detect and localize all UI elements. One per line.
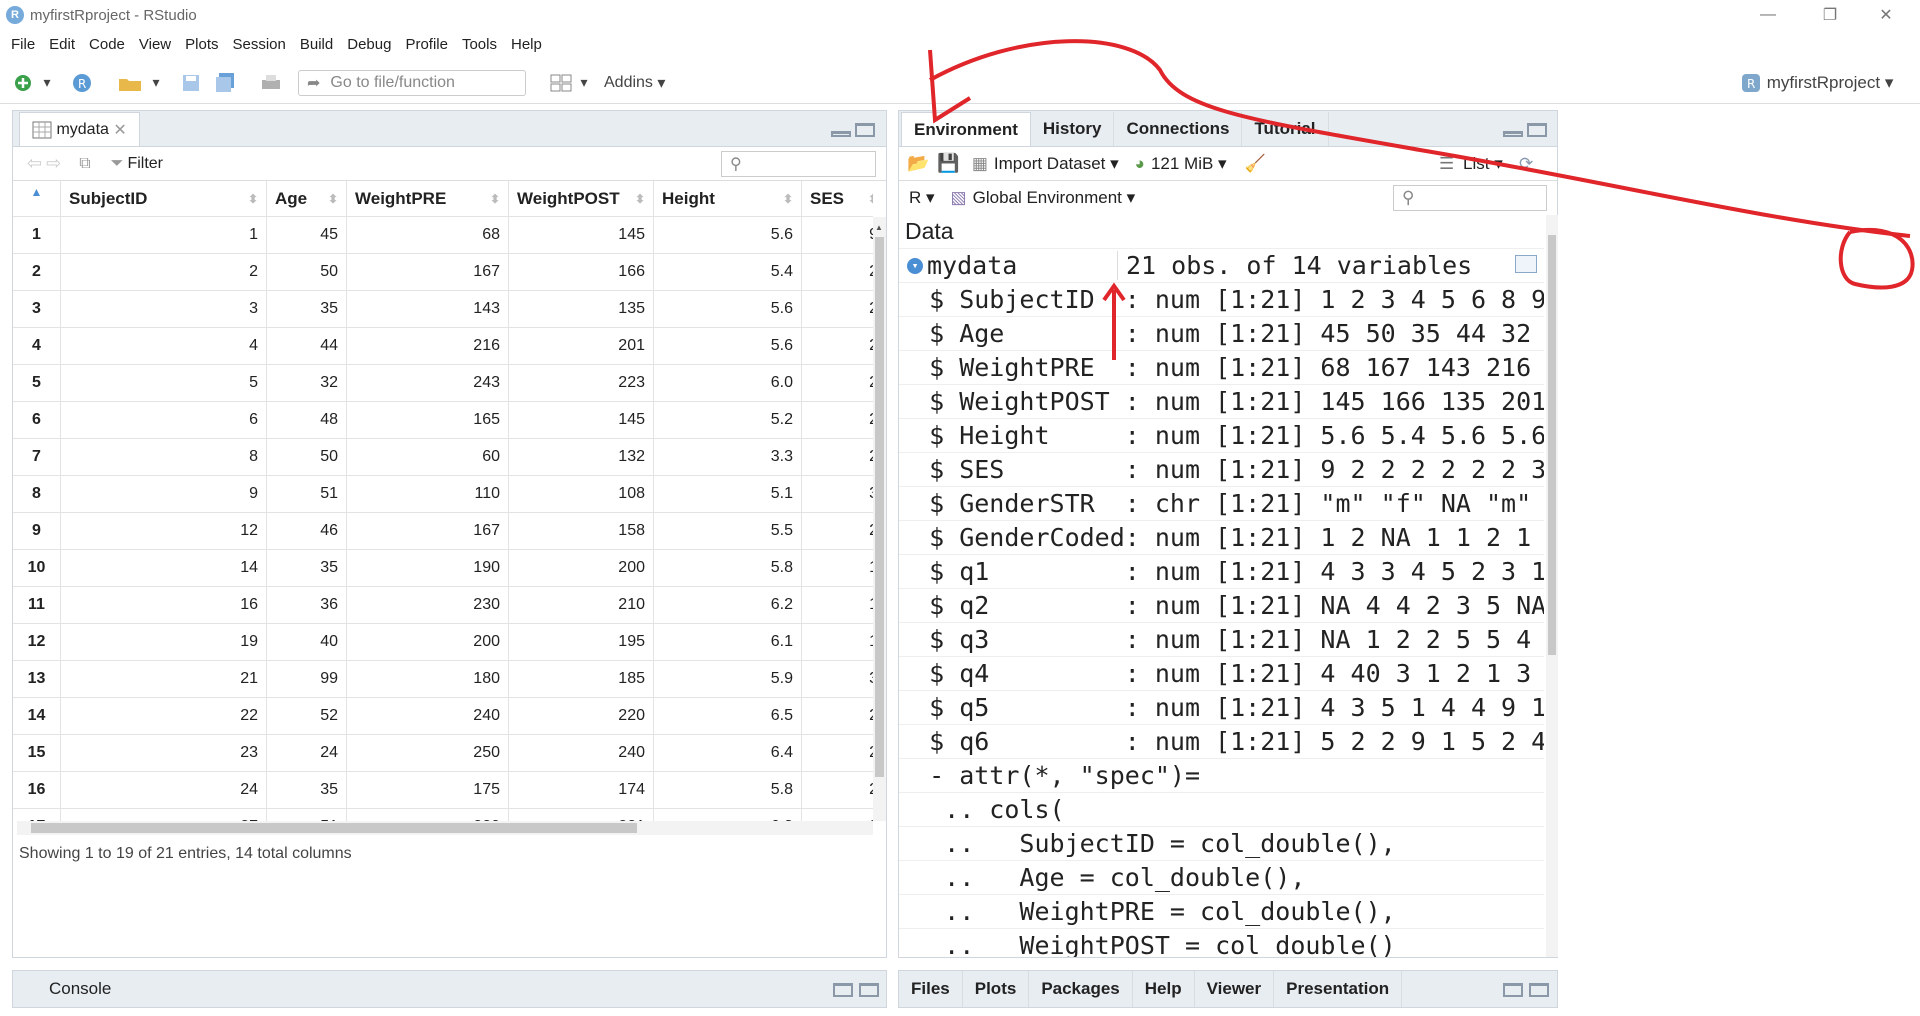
- annotation-curve-arrow: [929, 39, 1911, 238]
- annotation-arrowhead-top: [928, 49, 972, 124]
- annotation-arrow-up: [1102, 282, 1126, 360]
- annotation-circle: [1838, 228, 1915, 290]
- annotation-overlay: [928, 39, 1915, 360]
